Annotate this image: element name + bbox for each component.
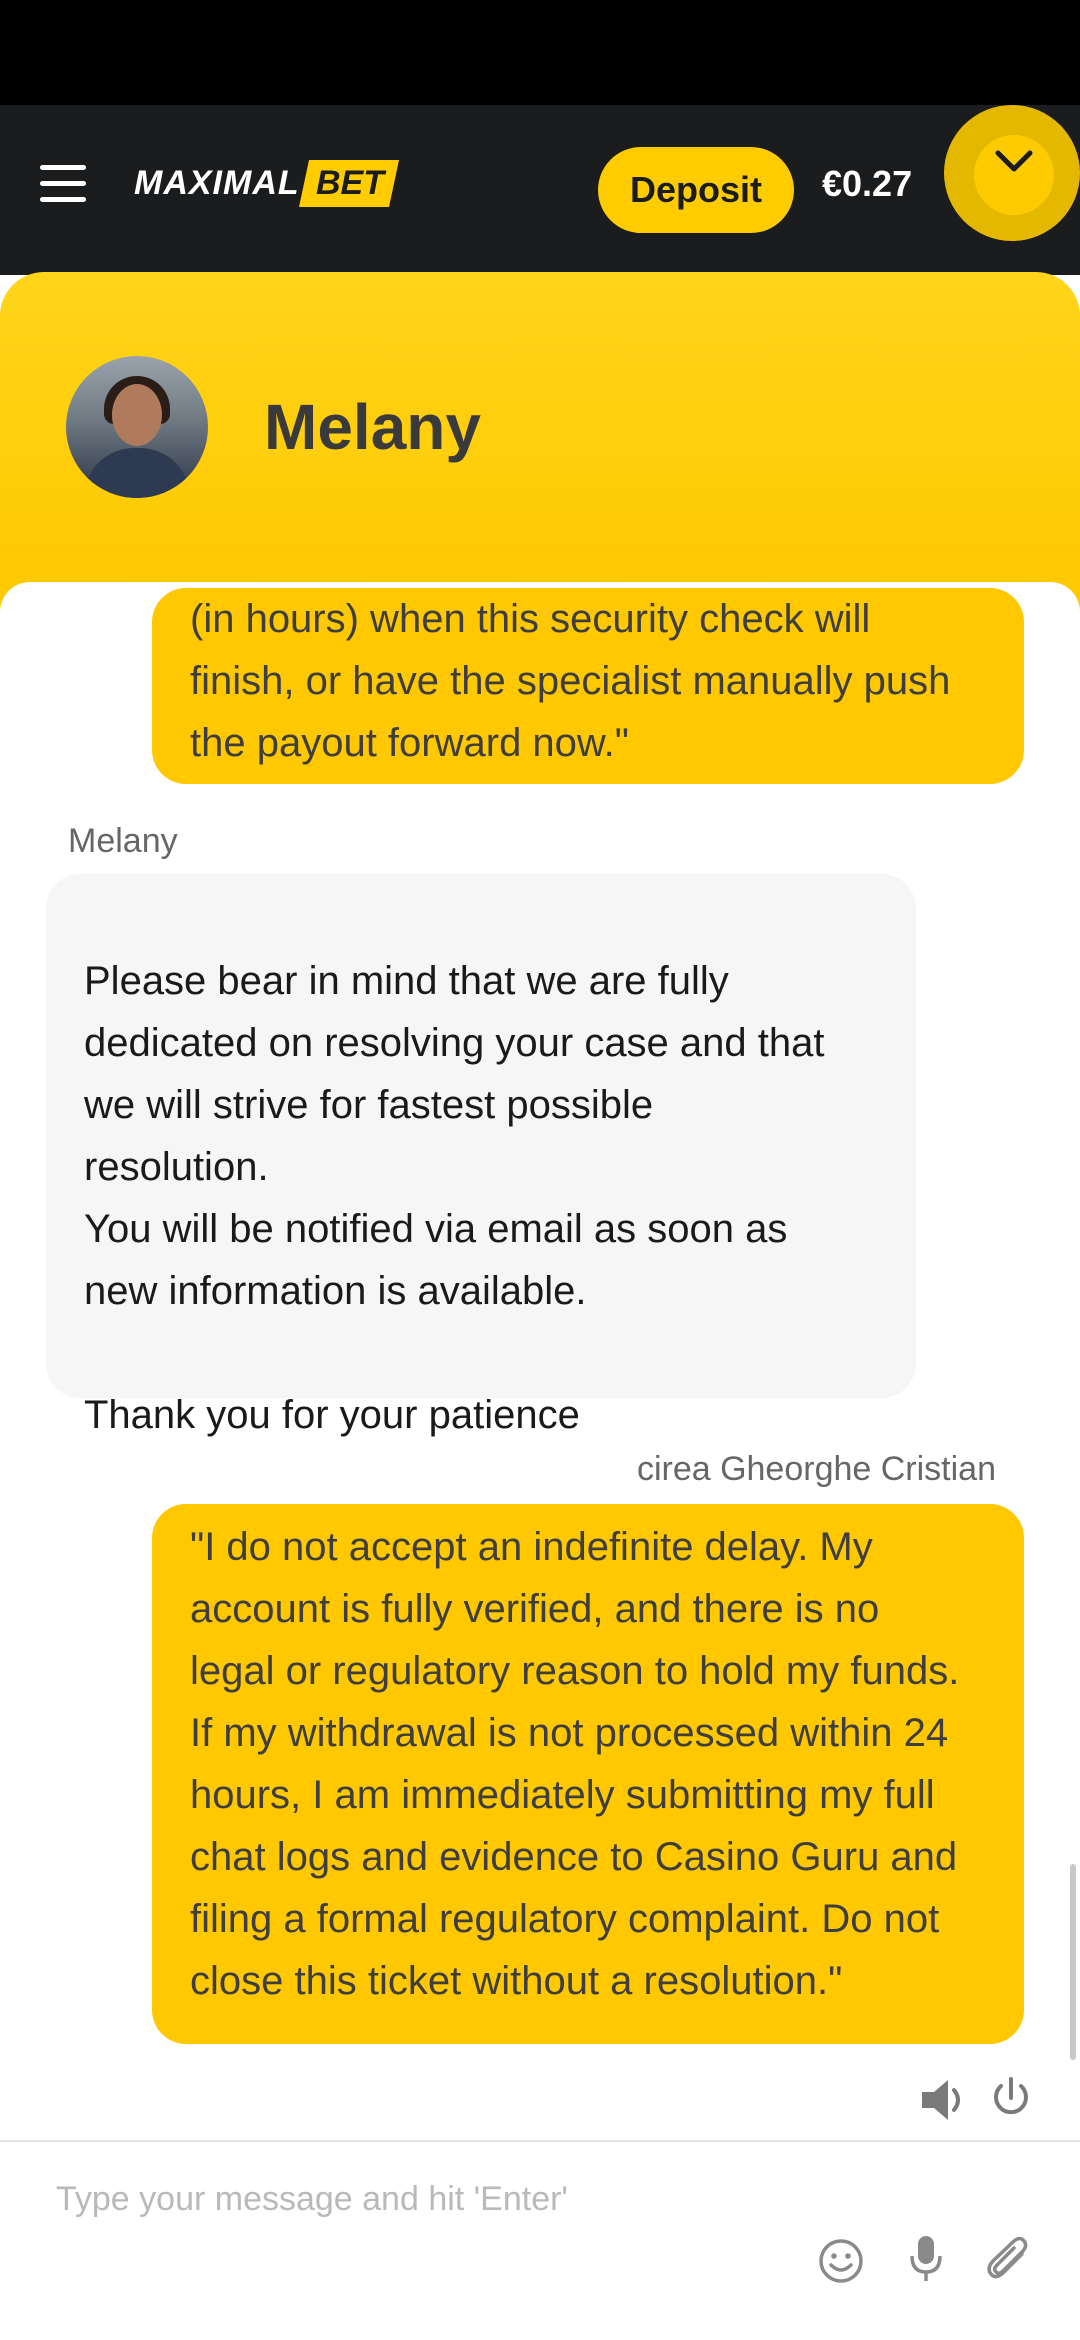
top-navigation-bar: MAXIMAL BET Deposit €0.27 [0,105,1080,275]
hamburger-icon[interactable] [40,163,88,203]
microphone-icon[interactable] [908,2234,944,2289]
message-text: (in hours) when this security check will… [190,597,951,765]
deposit-button[interactable]: Deposit [598,147,794,233]
maximalbet-logo[interactable]: MAXIMAL BET [134,157,399,209]
speaker-icon[interactable] [920,2078,970,2127]
agent-avatar [66,356,208,498]
user-sender-name: cirea Gheorghe Cristian [636,1450,996,1488]
agent-sender-name: Melany [68,822,178,860]
paperclip-icon[interactable] [986,2236,1032,2289]
message-text: Please bear in mind that we are fully de… [84,959,825,1437]
chevron-down-icon [995,150,1033,172]
user-message-bubble: (in hours) when this security check will… [152,588,1024,784]
agent-message-bubble: Please bear in mind that we are fully de… [46,874,916,1437]
logo-badge-bet: BET [298,159,399,207]
user-avatar-placeholder [974,135,1054,215]
message-text: "I do not accept an indefinite delay. My… [190,1525,960,2003]
balance-amount: €0.27 [822,163,913,204]
message-composer: Type your message and hit 'Enter' [0,2140,1080,2340]
message-list[interactable]: (in hours) when this security check will… [0,582,1080,2140]
message-input[interactable]: Type your message and hit 'Enter' [56,2180,568,2219]
user-menu-button[interactable] [944,105,1080,241]
logo-text-bet: BET [315,163,384,202]
scrollbar[interactable] [1070,1864,1076,2060]
power-icon[interactable] [990,2076,1032,2125]
user-message-bubble: "I do not accept an indefinite delay. My… [152,1504,1024,2044]
agent-name: Melany [264,391,481,463]
smiley-icon[interactable] [818,2238,864,2289]
logo-text-maximal: MAXIMAL [134,163,300,202]
chat-header: Melany [0,272,1080,612]
status-bar [0,0,1080,105]
